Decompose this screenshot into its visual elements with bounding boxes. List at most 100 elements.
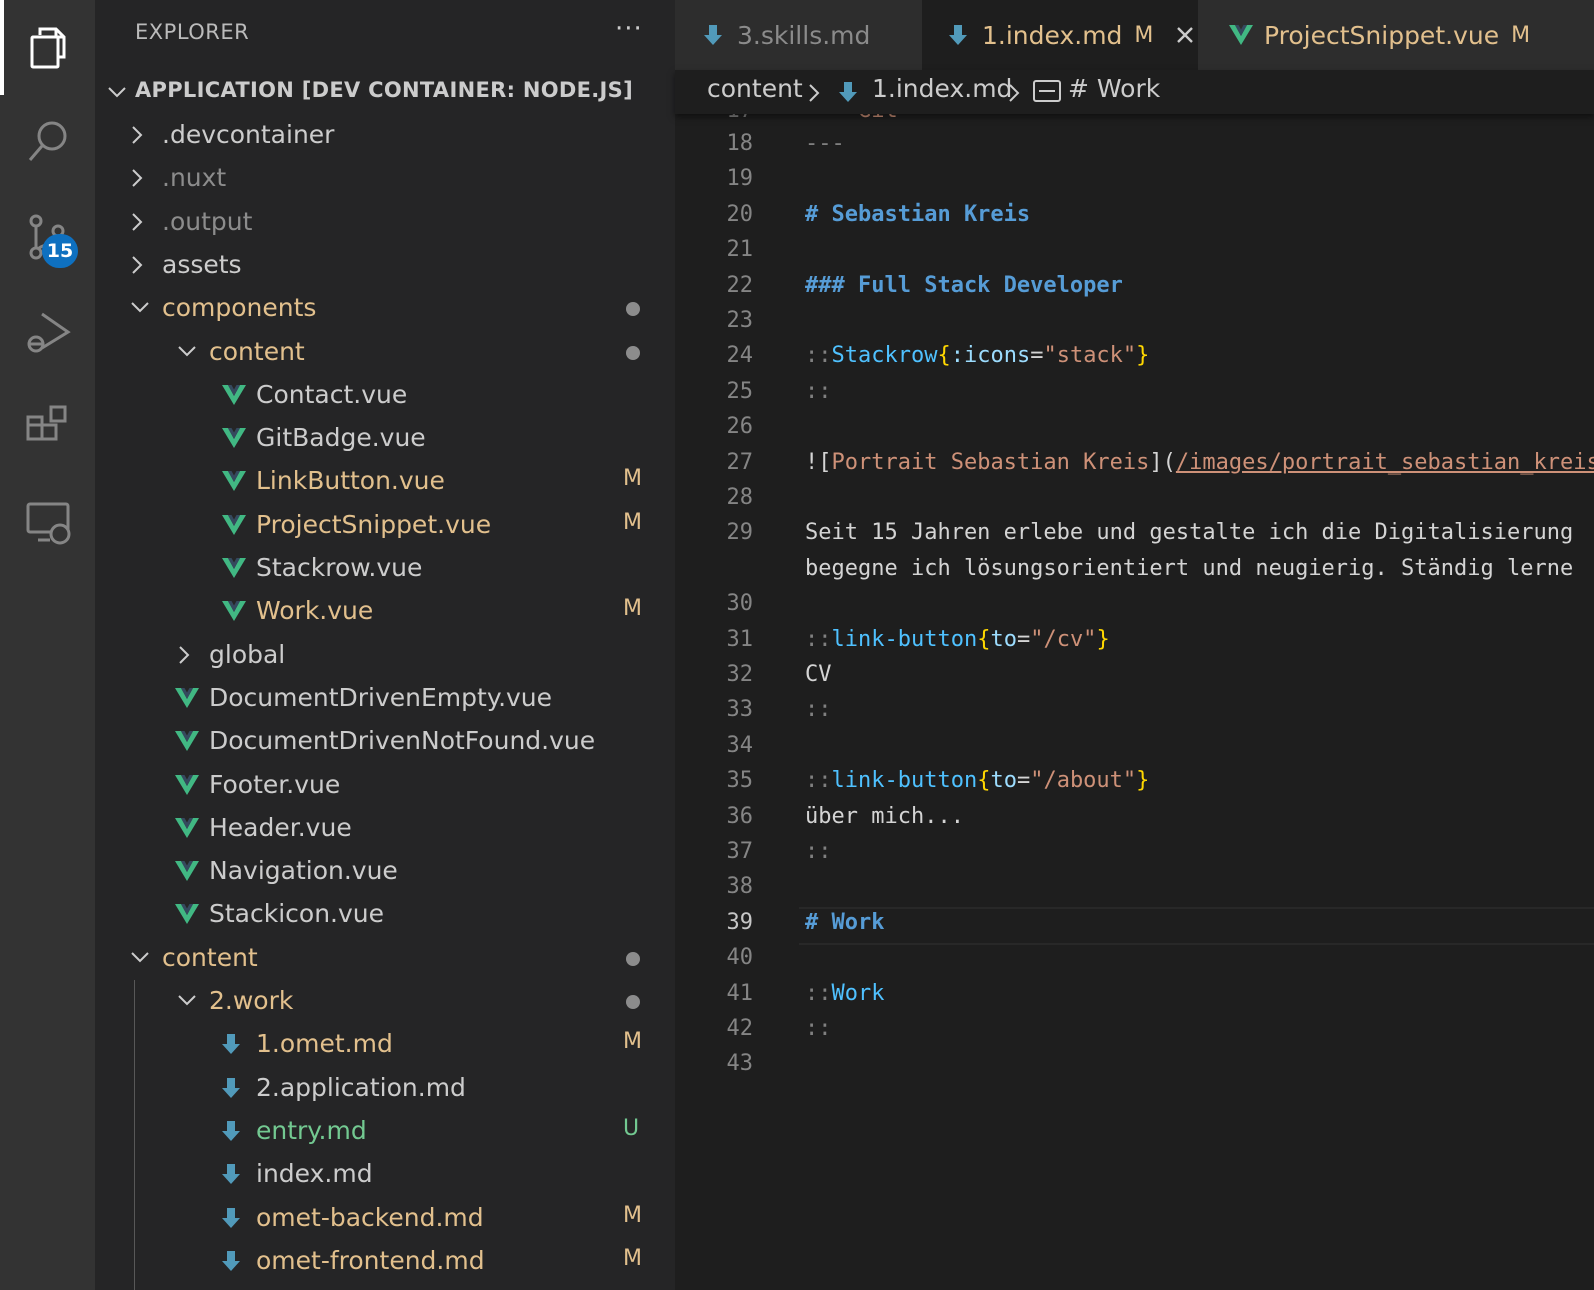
git-status: M [623, 1029, 642, 1055]
chevron-down-icon [129, 948, 151, 972]
code-token: CV [805, 662, 832, 687]
file-item[interactable]: ProjectSnippet.vue M [95, 503, 675, 546]
folder-item[interactable]: global [95, 633, 675, 676]
file-label: entry.md [256, 1115, 367, 1145]
line-number: 31 [726, 626, 754, 652]
folder-item[interactable]: .devcontainer [95, 113, 675, 156]
file-item[interactable]: Header.vue [95, 806, 675, 849]
line-number: 34 [726, 732, 754, 758]
file-item[interactable]: DocumentDrivenNotFound.vue [95, 719, 675, 762]
line-number: 17 [675, 114, 754, 123]
code-token: :: [805, 839, 832, 864]
run-debug-icon[interactable] [0, 292, 95, 372]
line-number: 42 [726, 1016, 754, 1041]
breadcrumb-file[interactable]: 1.index.md [872, 74, 1012, 103]
breadcrumb-symbol[interactable]: # Work [1068, 74, 1160, 103]
code-line: :: [805, 379, 832, 404]
current-line-highlight [799, 907, 1594, 945]
code-token: Portrait Sebastian Kreis [831, 449, 1150, 475]
code-editor[interactable]: 17 Git 18 --- 19 20 # Sebastian Kreis 21 22 ###… [675, 114, 1594, 1290]
file-item[interactable]: Stackrow.vue [95, 546, 675, 589]
string-symbol-icon [1033, 80, 1061, 102]
folder-item[interactable]: content [95, 936, 675, 979]
code-line: ::link-button{to="/about"} [805, 768, 1149, 793]
line-number: 38 [726, 874, 754, 900]
workspace-header[interactable]: APPLICATION [DEV CONTAINER: NODE.JS] [95, 72, 675, 112]
line-number: 36 [726, 803, 754, 829]
file-item[interactable]: 1.omet.md M [95, 1022, 675, 1065]
folder-item[interactable]: 2.work [95, 979, 675, 1022]
file-label: Work.vue [256, 596, 374, 626]
close-icon[interactable] [1175, 25, 1195, 45]
code-token: ]( [1149, 449, 1176, 475]
tab-index[interactable]: 1.index.md M [922, 0, 1198, 70]
vue-icon [174, 860, 200, 886]
file-label: components [162, 293, 317, 323]
markdown-arrow-icon [949, 25, 967, 45]
tab-skills[interactable]: 3.skills.md [675, 0, 920, 70]
code-token: :: [805, 1016, 832, 1041]
chevron-down-icon [129, 298, 151, 322]
modified-dot-icon [626, 345, 640, 360]
more-actions-button[interactable]: ··· [615, 14, 643, 44]
code-token: link-button [831, 768, 978, 794]
vue-icon [1229, 25, 1253, 45]
file-item[interactable]: 2.application.md [95, 1066, 675, 1109]
code-token: = [1016, 626, 1031, 652]
file-label: omet-backend.md [256, 1202, 484, 1232]
search-icon[interactable] [0, 102, 95, 182]
folder-item[interactable]: assets [95, 243, 675, 286]
code-token: :icons [950, 343, 1031, 369]
file-item[interactable]: DocumentDrivenEmpty.vue [95, 676, 675, 719]
code-line: ![Portrait Sebastian Kreis](/images/port… [805, 450, 1594, 475]
folder-item[interactable]: .nuxt [95, 156, 675, 199]
breadcrumb-folder[interactable]: content [707, 74, 803, 103]
file-item[interactable]: Navigation.vue [95, 849, 675, 892]
file-label: content [209, 336, 305, 366]
folder-item[interactable]: components [95, 286, 675, 329]
line-number: 41 [726, 980, 754, 1006]
file-item[interactable]: omet-frontend.md M [95, 1239, 675, 1282]
modified-dot-icon [626, 951, 640, 966]
git-status: M [623, 1245, 642, 1271]
file-item[interactable]: index.md [95, 1152, 675, 1195]
file-label: content [162, 942, 258, 972]
file-item[interactable]: omet-backend.md M [95, 1196, 675, 1239]
code-line: :: [805, 697, 832, 722]
file-item[interactable]: Contact.vue [95, 373, 675, 416]
code-token: { [937, 343, 951, 369]
file-item[interactable]: Stackicon.vue [95, 892, 675, 935]
file-item[interactable]: entry.md U [95, 1109, 675, 1152]
file-label: Navigation.vue [209, 856, 398, 886]
code-token: { [977, 768, 991, 794]
tab-project-snippet[interactable]: ProjectSnippet.vue M [1200, 0, 1594, 70]
code-token: { [977, 626, 991, 652]
file-item[interactable]: Work.vue M [95, 589, 675, 632]
file-item[interactable]: Footer.vue [95, 763, 675, 806]
line-number: 18 [726, 131, 754, 156]
code-token: "stack" [1043, 343, 1137, 369]
line-number: 23 [726, 308, 754, 333]
code-token: = [1030, 343, 1044, 369]
folder-item[interactable]: .output [95, 200, 675, 243]
remote-explorer-icon[interactable] [0, 482, 95, 562]
chevron-right-icon [809, 84, 820, 102]
code-line: Seit 15 Jahren erlebe und gestalte ich d… [805, 520, 1573, 545]
code-token: über mich... [805, 803, 964, 829]
markdown-arrow-icon [221, 1249, 241, 1277]
extensions-icon[interactable] [0, 387, 95, 467]
code-token: --- [805, 131, 845, 156]
explorer-icon[interactable] [0, 7, 95, 87]
folder-item[interactable]: content [95, 330, 675, 373]
file-label: Stackicon.vue [209, 899, 385, 929]
code-line: # Sebastian Kreis [805, 202, 1030, 227]
vue-icon [221, 384, 247, 410]
file-item[interactable]: LinkButton.vue M [95, 459, 675, 502]
file-label: .nuxt [162, 163, 227, 193]
git-status: M [623, 509, 642, 535]
code-token: :: [805, 343, 832, 369]
line-number: 33 [726, 697, 754, 723]
markdown-arrow-icon [221, 1162, 241, 1190]
file-label: omet-frontend.md [256, 1245, 485, 1275]
file-item[interactable]: GitBadge.vue [95, 416, 675, 459]
